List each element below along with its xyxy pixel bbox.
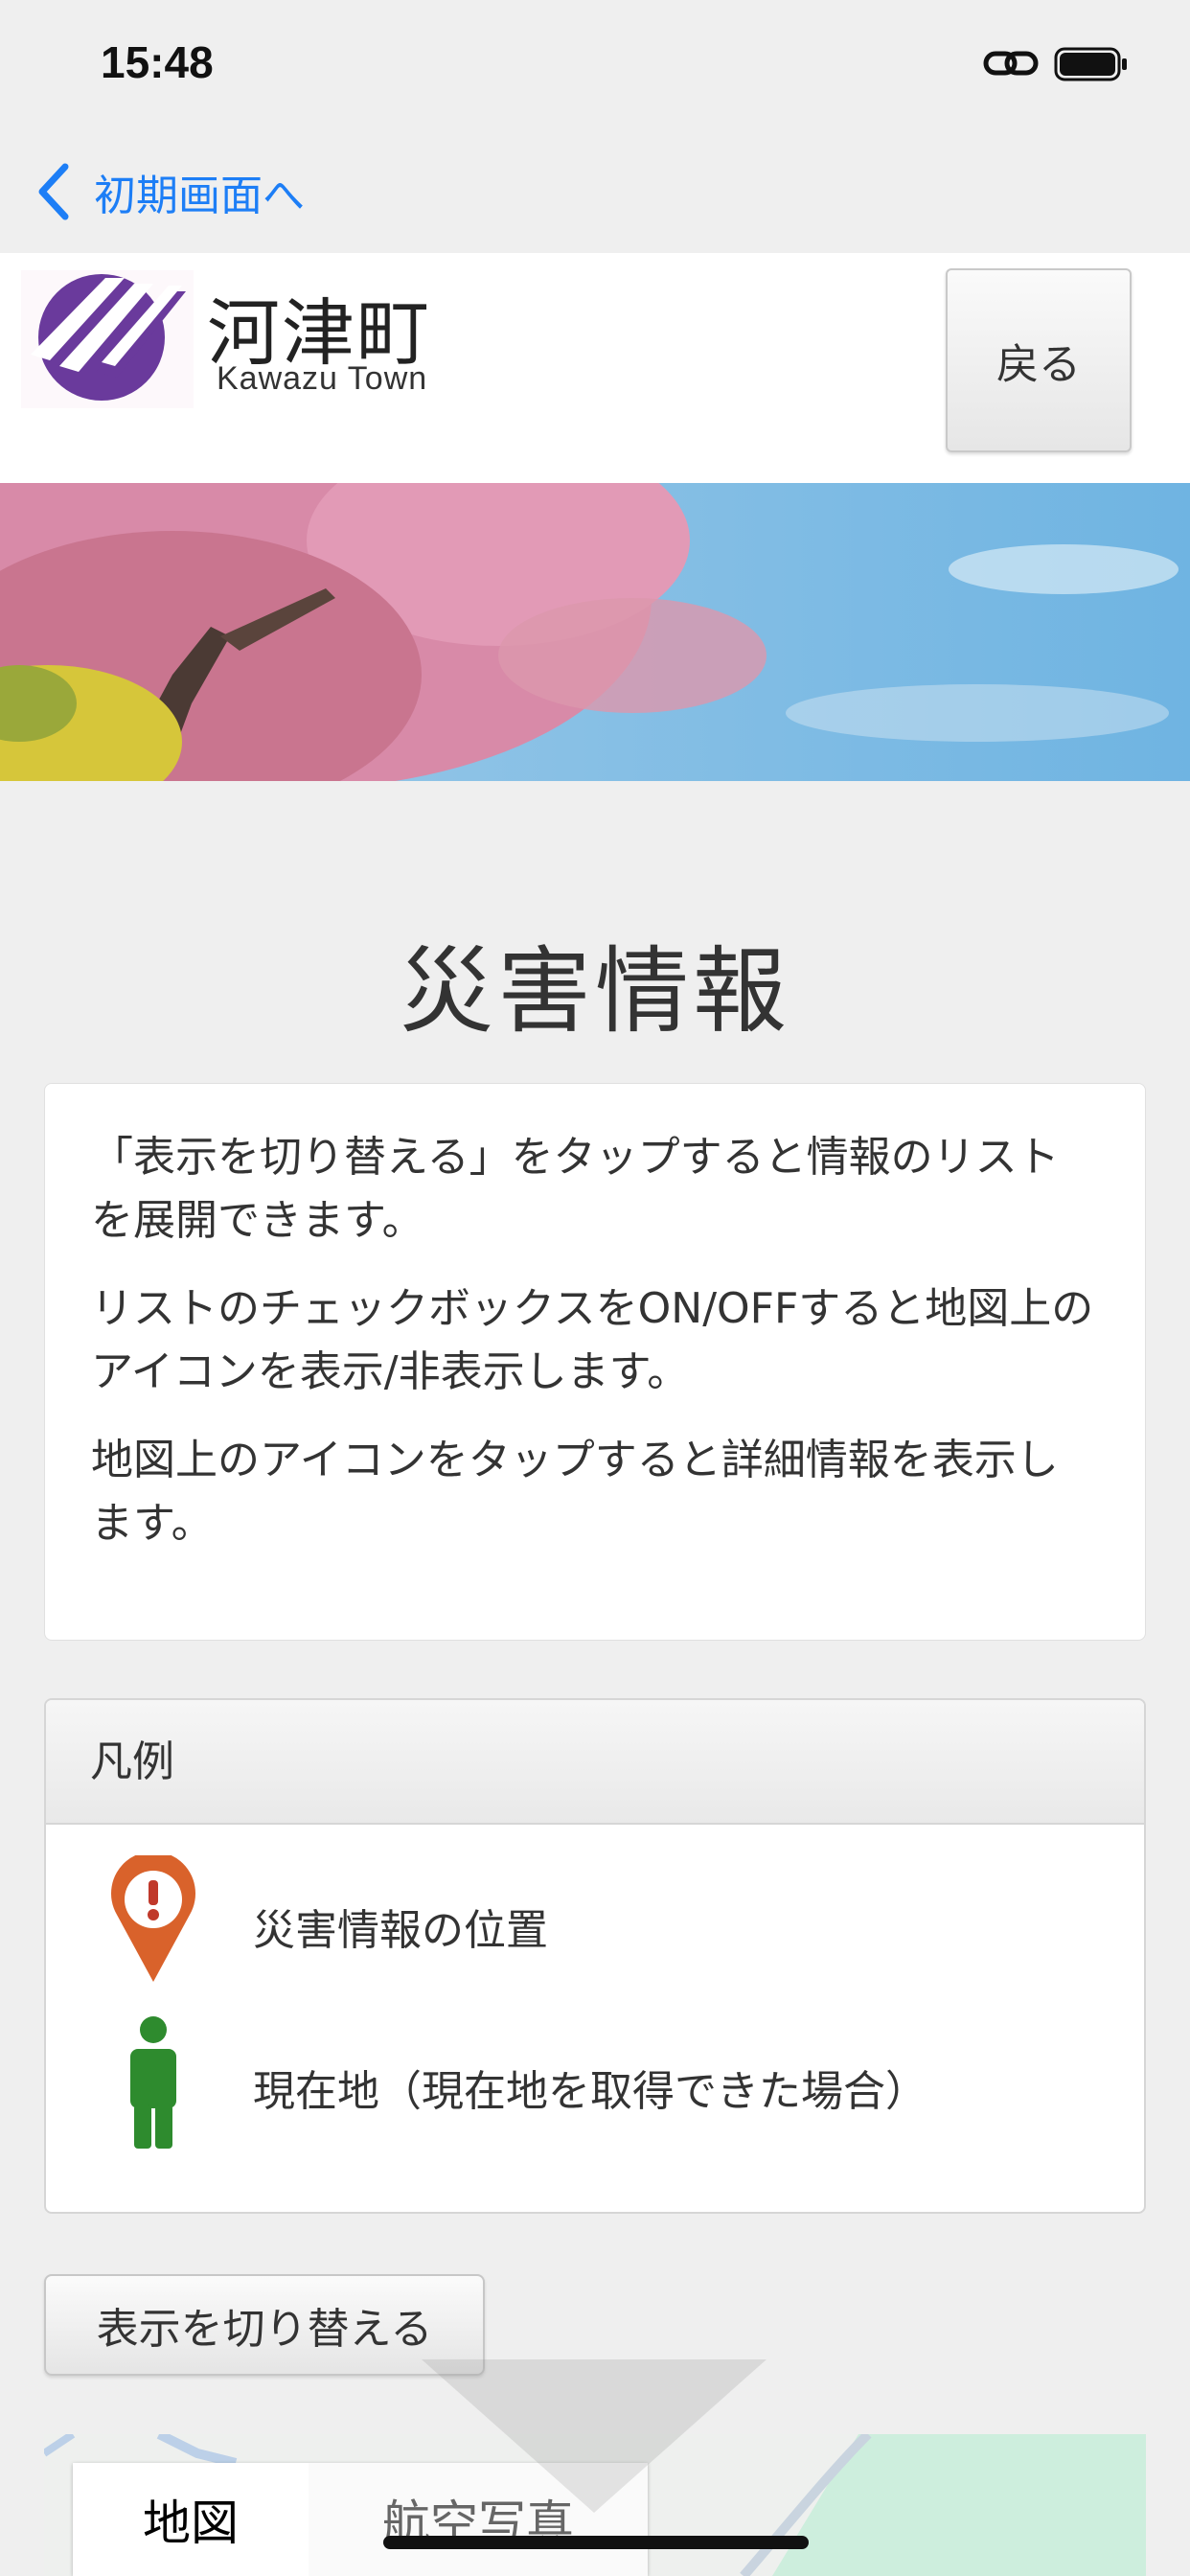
info-panel: 「表示を切り替える」をタップすると情報のリストを展開できます。 リストのチェック… <box>44 1083 1146 1641</box>
battery-icon <box>1054 47 1127 81</box>
page-title: 災害情報 <box>399 937 790 1046</box>
info-paragraph: 地図上のアイコンをタップすると詳細情報を表示します。 <box>91 1436 1059 1548</box>
status-bar: 15:48 <box>0 0 1190 134</box>
legend-heading: 凡例 <box>46 1700 1144 1825</box>
info-paragraph: リストのチェックボックスをON/OFFすると地図上のアイコンを表示/非表示します… <box>91 1284 1094 1396</box>
home-indicator <box>383 2536 809 2549</box>
legend-item: 災害情報の位置 <box>46 1853 1144 1988</box>
legend-label: 災害情報の位置 <box>253 1906 548 1955</box>
legend-label: 現在地（現在地を取得できた場合） <box>253 2067 927 2116</box>
chevron-left-icon <box>38 163 69 220</box>
legend-item: 現在地（現在地を取得できた場合） <box>46 2014 1144 2149</box>
banner-image <box>0 483 1190 781</box>
header: 河津町 Kawazu Town 戻る <box>0 253 1190 483</box>
town-logo-icon <box>21 270 194 408</box>
disaster-pin-icon <box>111 1855 195 1982</box>
back-button[interactable]: 戻る <box>946 268 1132 452</box>
toggle-display-button[interactable]: 表示を切り替える <box>44 2274 485 2376</box>
person-icon <box>130 2016 176 2149</box>
status-time: 15:48 <box>101 37 214 87</box>
nav-back-label: 初期画面へ <box>94 172 305 220</box>
town-name-en: Kawazu Town <box>217 360 428 397</box>
legend-panel: 凡例 災害情報の位置 現在地（現在地を取得できた場合） <box>44 1698 1146 2214</box>
tab-map[interactable]: 地図 <box>73 2463 309 2576</box>
link-icon <box>983 51 1039 76</box>
nav-back-button[interactable]: 初期画面へ <box>34 153 305 230</box>
scroll-down-arrow-icon <box>422 2359 767 2513</box>
info-paragraph: 「表示を切り替える」をタップすると情報のリストを展開できます。 <box>91 1133 1060 1245</box>
